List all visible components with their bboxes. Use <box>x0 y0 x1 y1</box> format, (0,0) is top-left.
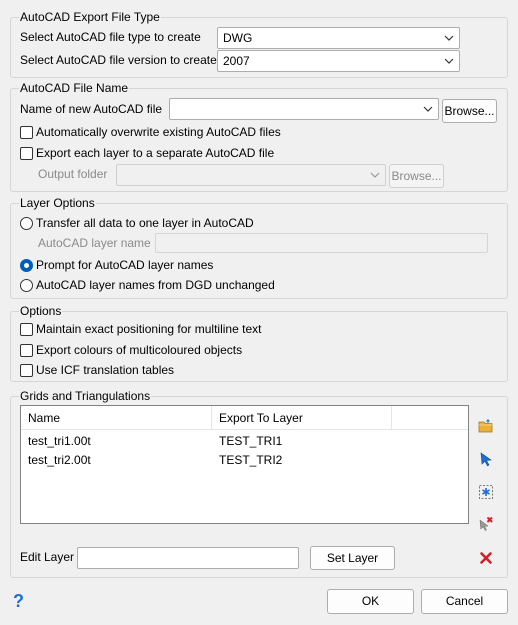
unchanged-layer-names-radio[interactable] <box>20 279 33 292</box>
row-name-cell: test_tri1.00t <box>28 434 91 448</box>
row-layer-cell: TEST_TRI2 <box>219 453 283 467</box>
file-type-select[interactable]: DWG <box>217 27 460 49</box>
delete-icon[interactable] <box>477 549 495 567</box>
icf-tables-label: Use ICF translation tables <box>36 363 175 377</box>
deselect-cursor-icon[interactable] <box>477 515 495 533</box>
file-name-title: AutoCAD File Name <box>19 81 130 95</box>
column-name[interactable]: Name <box>21 406 212 430</box>
maintain-positioning-checkbox[interactable] <box>20 323 33 336</box>
options-title: Options <box>19 304 63 318</box>
ok-button[interactable]: OK <box>327 589 414 614</box>
output-folder-combo[interactable] <box>116 164 386 186</box>
grids-list[interactable]: Name Export To Layer test_tri1.00t TEST_… <box>20 405 469 524</box>
chevron-down-icon <box>423 106 433 112</box>
prompt-layer-names-radio[interactable] <box>20 259 33 272</box>
export-type-title: AutoCAD Export File Type <box>19 10 161 24</box>
overwrite-checkbox[interactable] <box>20 126 33 139</box>
export-colours-checkbox[interactable] <box>20 344 33 357</box>
grids-title: Grids and Triangulations <box>19 389 152 403</box>
edit-layer-label: Edit Layer <box>20 550 75 564</box>
overwrite-label: Automatically overwrite existing AutoCAD… <box>36 125 281 139</box>
help-icon[interactable]: ? <box>13 591 24 611</box>
file-type-value: DWG <box>223 31 253 45</box>
open-folder-icon[interactable] <box>477 417 495 435</box>
icf-tables-checkbox[interactable] <box>20 364 33 377</box>
file-type-label: Select AutoCAD file type to create <box>20 30 201 44</box>
layer-options-title: Layer Options <box>19 196 96 210</box>
browse-button[interactable]: Browse... <box>442 99 497 123</box>
row-name-cell: test_tri2.00t <box>28 453 91 467</box>
select-all-icon[interactable] <box>477 483 495 501</box>
version-select[interactable]: 2007 <box>217 50 460 72</box>
separate-layer-checkbox[interactable] <box>20 147 33 160</box>
layer-name-label: AutoCAD layer name <box>38 236 151 250</box>
edit-layer-input[interactable] <box>77 547 299 569</box>
output-browse-button[interactable]: Browse... <box>389 164 444 188</box>
prompt-layer-names-label: Prompt for AutoCAD layer names <box>36 258 214 272</box>
separate-layer-label: Export each layer to a separate AutoCAD … <box>36 146 275 160</box>
output-folder-label: Output folder <box>38 167 108 181</box>
file-name-label: Name of new AutoCAD file <box>20 102 163 116</box>
grids-list-header: Name Export To Layer <box>21 406 468 430</box>
layer-name-input[interactable] <box>155 233 488 253</box>
cancel-button[interactable]: Cancel <box>421 589 508 614</box>
version-value: 2007 <box>223 54 250 68</box>
set-layer-button[interactable]: Set Layer <box>310 546 395 570</box>
file-name-combo[interactable] <box>169 98 439 120</box>
chevron-down-icon <box>370 172 380 178</box>
unchanged-layer-names-label: AutoCAD layer names from DGD unchanged <box>36 278 275 292</box>
maintain-positioning-label: Maintain exact positioning for multiline… <box>36 322 262 336</box>
chevron-down-icon <box>444 35 454 41</box>
version-label: Select AutoCAD file version to create <box>20 53 217 67</box>
export-colours-label: Export colours of multicoloured objects <box>36 343 243 357</box>
chevron-down-icon <box>444 58 454 64</box>
transfer-one-layer-radio[interactable] <box>20 217 33 230</box>
row-layer-cell: TEST_TRI1 <box>219 434 283 448</box>
transfer-one-layer-label: Transfer all data to one layer in AutoCA… <box>36 216 254 230</box>
select-cursor-icon[interactable] <box>477 450 495 468</box>
column-export-to-layer[interactable]: Export To Layer <box>212 406 392 430</box>
